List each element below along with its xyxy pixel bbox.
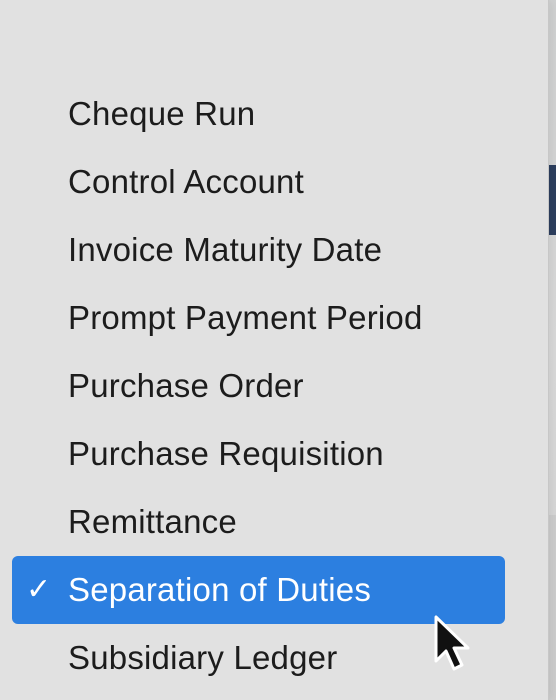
menu-item-remittance[interactable]: Remittance [0, 488, 548, 556]
menu-item-purchase-requisition[interactable]: Purchase Requisition [0, 420, 548, 488]
menu-items: Cheque Run Control Account Invoice Matur… [0, 80, 548, 692]
menu-item-label: Remittance [68, 503, 237, 540]
menu-item-label: Invoice Maturity Date [68, 231, 383, 268]
menu-item-label: Control Account [68, 163, 304, 200]
menu-item-prompt-payment-period[interactable]: Prompt Payment Period [0, 284, 548, 352]
menu-item-label: Prompt Payment Period [68, 299, 423, 336]
menu-item-label: Cheque Run [68, 95, 256, 132]
menu-item-label: Separation of Duties [68, 571, 372, 608]
menu-item-control-account[interactable]: Control Account [0, 148, 548, 216]
menu-item-label: Purchase Requisition [68, 435, 384, 472]
mouse-pointer-icon [434, 615, 470, 671]
menu-item-separation-of-duties[interactable]: ✓ Separation of Duties [12, 556, 505, 624]
menu-item-label: Subsidiary Ledger [68, 639, 338, 676]
menu-item-purchase-order[interactable]: Purchase Order [0, 352, 548, 420]
screen: Cheque Run Control Account Invoice Matur… [0, 0, 556, 700]
menu-item-cheque-run[interactable]: Cheque Run [0, 80, 548, 148]
dropdown-menu: Cheque Run Control Account Invoice Matur… [0, 0, 549, 700]
checkmark-icon: ✓ [26, 572, 52, 606]
menu-item-invoice-maturity-date[interactable]: Invoice Maturity Date [0, 216, 548, 284]
menu-item-label: Purchase Order [68, 367, 304, 404]
